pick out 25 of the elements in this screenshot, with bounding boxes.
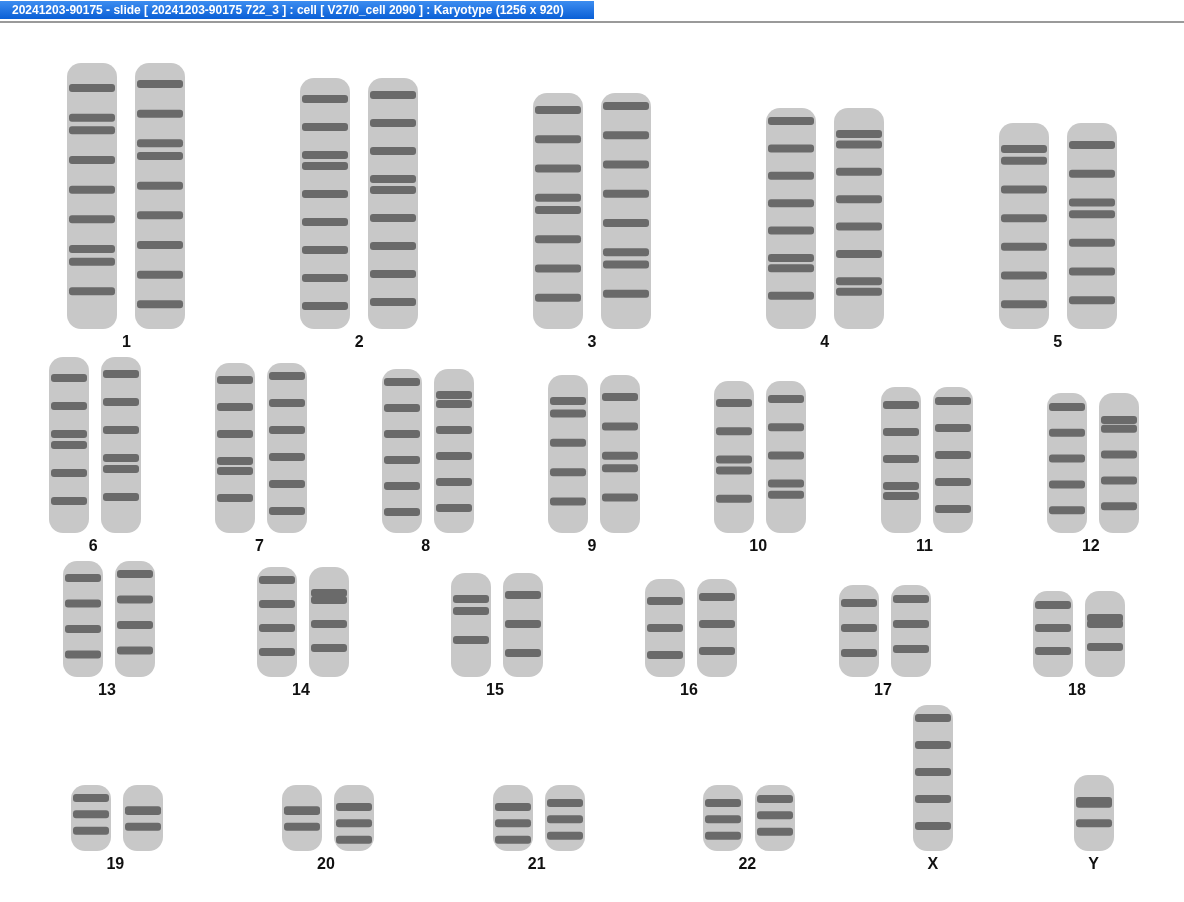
- chromosome-label: X: [927, 855, 939, 873]
- chromosome-label: 20: [317, 855, 335, 873]
- chromosome-label: 17: [874, 681, 892, 699]
- chromosome-label: 1: [121, 333, 131, 351]
- chromosome-label: 15: [486, 681, 504, 699]
- chromosome-label: 22: [738, 855, 757, 873]
- chromosome-label: 19: [106, 855, 125, 873]
- chromosome-label: 10: [749, 537, 768, 555]
- chromosome-label: 2: [354, 333, 364, 351]
- chromosome-label: Y: [1088, 855, 1099, 873]
- chromosome-label: 18: [1068, 681, 1086, 699]
- chromosome-label: 12: [1081, 537, 1100, 555]
- window-title: 20241203-90175 - slide [ 20241203-90175 722_3 ] : cell [ V27/0_cell 2090 ] : Karyotype (1256 x 920): [0, 1, 594, 19]
- chromosome-label: 11: [916, 537, 933, 555]
- chromosome-label: 5: [1053, 333, 1063, 351]
- chromosome-label: 14: [292, 681, 310, 699]
- chromosome-label: 6: [88, 537, 98, 555]
- chromosome-label: 13: [98, 681, 116, 699]
- chromosome-label: 21: [527, 855, 546, 873]
- chromosome-label: 4: [820, 333, 830, 351]
- chromosome-label: 9: [587, 537, 597, 555]
- chromosome-label: 16: [680, 681, 698, 699]
- chromosome-label: 3: [587, 333, 597, 351]
- chromosome-label: 7: [254, 537, 264, 555]
- chromosome-label: 8: [421, 537, 431, 555]
